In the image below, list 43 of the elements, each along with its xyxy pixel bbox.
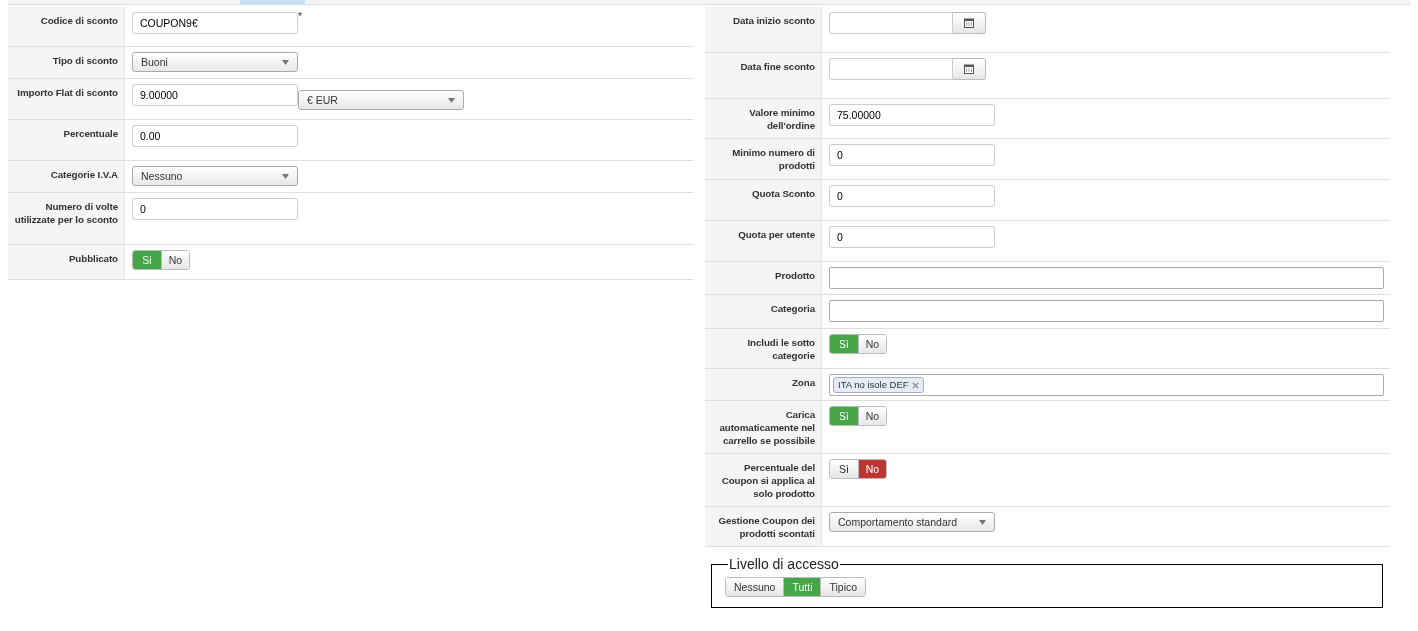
field-label: Pubblicato [8, 245, 125, 279]
field-label: Percentuale [8, 120, 125, 160]
field-label: Percentuale del Coupon si applica al solo prodotto [705, 454, 822, 506]
panel-legend: Livello di accesso [728, 557, 840, 571]
field-label: Data inizio sconto [705, 7, 822, 52]
field-label: Categorie I.V.A [8, 161, 125, 192]
input-field[interactable]: 0 [829, 185, 995, 207]
field-label: Categoria [705, 295, 822, 328]
select-field[interactable]: Buoni [132, 52, 298, 72]
select-field[interactable]: Nessuno [132, 166, 298, 186]
field-label: Codice di sconto [8, 7, 125, 46]
field-label: Zona [705, 369, 822, 400]
select-field[interactable]: Comportamento standard [829, 512, 995, 532]
input-field[interactable]: COUPON9€ [132, 12, 298, 34]
field-label: Carica automaticamente nel carrello se possibile [705, 401, 822, 453]
input-field[interactable]: 9.00000 [132, 84, 298, 106]
input-field[interactable]: 0 [132, 198, 298, 220]
field-label: Gestione Coupon dei prodotti scontati [705, 507, 822, 546]
field-label: Includi le sotto categorie [705, 329, 822, 368]
input-field[interactable]: 0 [829, 226, 995, 248]
field-label: Quota per utente [705, 221, 822, 261]
required-mark: * [298, 9, 303, 24]
tag-label: ITA no isole DEF [838, 379, 909, 391]
select-field[interactable]: € EUR [298, 90, 464, 110]
field-label: Data fine sconto [705, 53, 822, 98]
toggle-option[interactable]: Sì [830, 460, 858, 478]
field-label: Numero di volte utilizzate per lo sconto [8, 193, 125, 244]
toggle-option[interactable]: No [161, 251, 189, 269]
toggle-option[interactable]: No [858, 335, 886, 353]
toggle-option[interactable]: Tipico [820, 578, 866, 596]
tag-field[interactable]: ITA no isole DEF [829, 374, 1384, 396]
field-label: Minimo numero di prodotti [705, 139, 822, 179]
input-field[interactable]: 0 [829, 144, 995, 166]
field-label: Prodotto [705, 262, 822, 294]
field-label: Tipo di sconto [8, 47, 125, 78]
input-field[interactable]: 75.00000 [829, 104, 995, 126]
field-label: Importo Flat di sconto [8, 79, 125, 119]
input-field[interactable]: 0.00 [132, 125, 298, 147]
toggle-option[interactable]: No [858, 460, 886, 478]
field-label: Quota Sconto [705, 180, 822, 220]
toggle-option[interactable]: No [858, 407, 886, 425]
field-label: Valore minimo dell'ordine [705, 99, 822, 138]
toggle-option[interactable]: Nessuno [726, 578, 784, 596]
